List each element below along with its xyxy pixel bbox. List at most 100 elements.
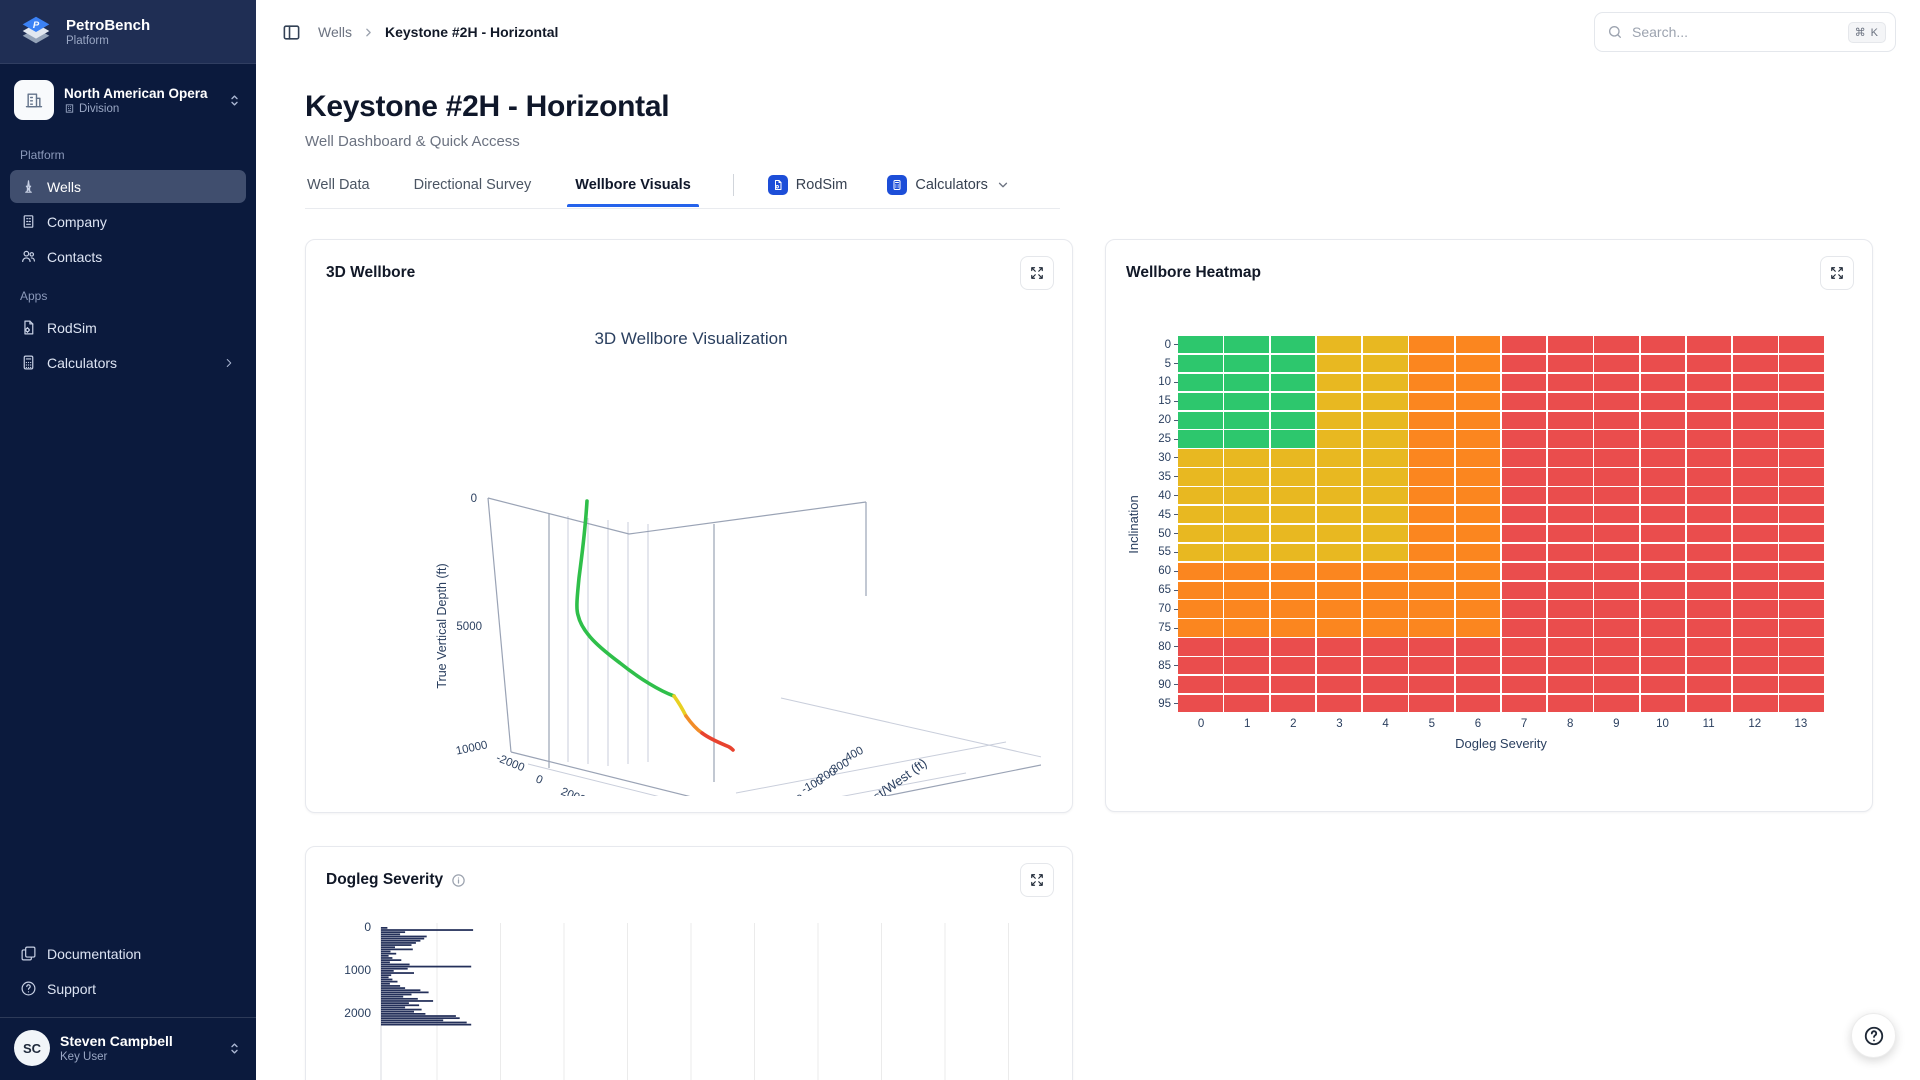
org-switcher[interactable]: North American Opera Division bbox=[0, 64, 256, 134]
heatmap-cell bbox=[1641, 355, 1686, 372]
dogleg-bar bbox=[381, 985, 400, 987]
heatmap-cell bbox=[1271, 355, 1316, 372]
calculators-link[interactable]: Calculators bbox=[887, 175, 1010, 208]
heatmap-xtick: 12 bbox=[1732, 718, 1778, 730]
dogleg-bar bbox=[381, 1017, 460, 1019]
heatmap-cell bbox=[1363, 412, 1408, 429]
heatmap-cell bbox=[1363, 525, 1408, 542]
sidebar-item-calculators[interactable]: Calculators bbox=[10, 346, 246, 379]
heatmap-plot[interactable]: Inclination 0510152025303540455055606570… bbox=[1106, 296, 1872, 712]
heatmap-cell bbox=[1363, 468, 1408, 485]
rodsim-link[interactable]: RodSim bbox=[768, 175, 848, 208]
org-building-icon bbox=[14, 80, 54, 120]
sidebar-item-documentation[interactable]: Documentation bbox=[10, 937, 246, 970]
brand-name: PetroBench bbox=[66, 17, 150, 35]
sidebar-item-rodsim[interactable]: RodSim bbox=[10, 311, 246, 344]
heatmap-cell bbox=[1456, 676, 1501, 693]
heatmap-cell bbox=[1733, 355, 1778, 372]
rodsim-icon bbox=[768, 175, 788, 195]
heatmap-cell bbox=[1733, 374, 1778, 391]
heatmap-cell bbox=[1548, 487, 1593, 504]
dogleg-bar bbox=[381, 983, 390, 985]
heatmap-cell bbox=[1456, 506, 1501, 523]
org-type: Division bbox=[79, 103, 119, 115]
sidebar-item-contacts[interactable]: Contacts bbox=[10, 240, 246, 273]
sidebar-item-company[interactable]: Company bbox=[10, 205, 246, 238]
heatmap-cell bbox=[1317, 600, 1362, 617]
heatmap-cell bbox=[1502, 430, 1547, 447]
heatmap-cell bbox=[1271, 506, 1316, 523]
heatmap-cell bbox=[1641, 619, 1686, 636]
dogleg-bar-chart[interactable]: 010002000 bbox=[316, 919, 1046, 1080]
heatmap-cell bbox=[1456, 657, 1501, 674]
heatmap-cell bbox=[1502, 582, 1547, 599]
user-menu[interactable]: SC Steven Campbell Key User bbox=[0, 1017, 256, 1080]
expand-button[interactable] bbox=[1020, 863, 1054, 897]
heatmap-cell bbox=[1687, 582, 1732, 599]
heatmap-cell bbox=[1456, 619, 1501, 636]
heatmap-cell bbox=[1271, 393, 1316, 410]
heatmap-cell bbox=[1178, 582, 1223, 599]
heatmap-cell bbox=[1317, 506, 1362, 523]
card-wellbore-heatmap: Wellbore Heatmap Inclination 05101520253… bbox=[1105, 239, 1873, 812]
heatmap-ytick: 20 bbox=[1144, 412, 1178, 429]
heatmap-cell bbox=[1224, 393, 1269, 410]
dogleg-bar bbox=[381, 981, 398, 983]
expand-button[interactable] bbox=[1820, 256, 1854, 290]
heatmap-cell bbox=[1548, 676, 1593, 693]
wellbore-3d-plot[interactable]: 3D Wellbore Visualization bbox=[306, 296, 1041, 796]
heatmap-cell bbox=[1224, 600, 1269, 617]
expand-icon bbox=[1830, 266, 1844, 280]
search-input[interactable]: Search... ⌘ K bbox=[1594, 12, 1896, 52]
breadcrumb-wells-link[interactable]: Wells bbox=[318, 24, 352, 40]
heatmap-cell bbox=[1317, 336, 1362, 353]
heatmap-cell bbox=[1779, 412, 1824, 429]
heatmap-cell bbox=[1548, 582, 1593, 599]
heatmap-cell bbox=[1271, 412, 1316, 429]
dogleg-bar bbox=[381, 994, 412, 996]
tab-wellbore-visuals[interactable]: Wellbore Visuals bbox=[573, 177, 693, 206]
sidebar-item-label: Calculators bbox=[47, 355, 117, 371]
expand-button[interactable] bbox=[1020, 256, 1054, 290]
heatmap-cell bbox=[1456, 374, 1501, 391]
heatmap-cell bbox=[1641, 563, 1686, 580]
tab-directional-survey[interactable]: Directional Survey bbox=[412, 177, 534, 206]
dogleg-bar bbox=[381, 1013, 425, 1015]
dogleg-bar bbox=[381, 1024, 471, 1026]
heatmap-cell bbox=[1641, 582, 1686, 599]
info-icon[interactable] bbox=[451, 873, 466, 888]
heatmap-cell bbox=[1178, 393, 1223, 410]
dogleg-bar bbox=[381, 938, 424, 940]
sidebar-item-support[interactable]: Support bbox=[10, 972, 246, 1005]
heatmap-cell bbox=[1594, 412, 1639, 429]
heatmap-cell bbox=[1594, 695, 1639, 712]
heatmap-cell bbox=[1456, 600, 1501, 617]
sidebar-section-label: Platform bbox=[0, 134, 256, 168]
building-icon bbox=[20, 213, 37, 230]
heatmap-cell bbox=[1456, 355, 1501, 372]
dogleg-bar bbox=[381, 996, 403, 998]
heatmap-cell bbox=[1502, 676, 1547, 693]
heatmap-cell bbox=[1687, 544, 1732, 561]
heatmap-cell bbox=[1687, 374, 1732, 391]
help-button[interactable] bbox=[1851, 1013, 1896, 1058]
heatmap-cell bbox=[1687, 676, 1732, 693]
user-role: Key User bbox=[60, 1051, 173, 1063]
heatmap-cell bbox=[1502, 619, 1547, 636]
heatmap-cell bbox=[1594, 355, 1639, 372]
heatmap-xtick: 0 bbox=[1178, 718, 1224, 730]
dogleg-bar bbox=[381, 942, 416, 944]
heatmap-cell bbox=[1548, 657, 1593, 674]
heatmap-cell bbox=[1502, 563, 1547, 580]
heatmap-cell bbox=[1409, 393, 1454, 410]
sidebar-toggle-button[interactable] bbox=[278, 19, 304, 45]
heatmap-cell bbox=[1317, 563, 1362, 580]
sidebar-item-wells[interactable]: Wells bbox=[10, 170, 246, 203]
heatmap-cell bbox=[1178, 449, 1223, 466]
heatmap-cell bbox=[1317, 525, 1362, 542]
dogleg-bar bbox=[381, 966, 471, 968]
heatmap-cell bbox=[1594, 638, 1639, 655]
heatmap-ytick: 95 bbox=[1144, 695, 1178, 712]
dogleg-bar bbox=[381, 1000, 433, 1002]
tab-well-data[interactable]: Well Data bbox=[305, 177, 372, 206]
